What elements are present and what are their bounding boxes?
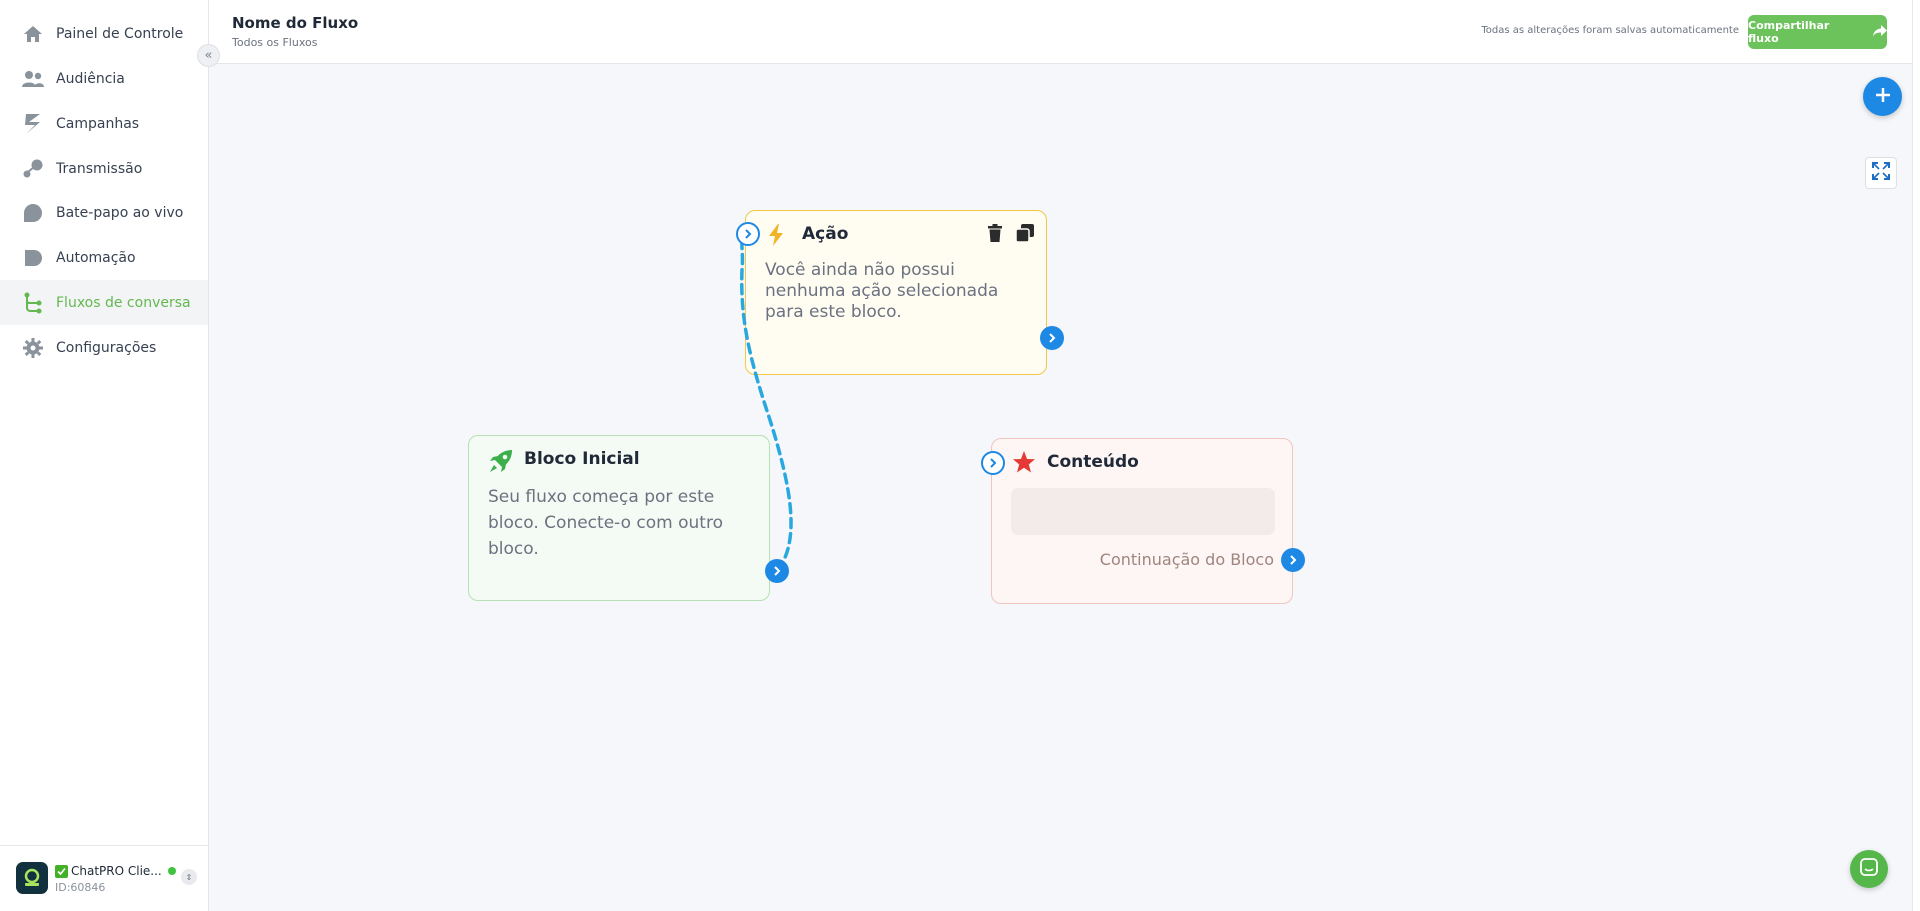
trash-icon[interactable]	[988, 224, 1002, 246]
start-block-description: Seu fluxo começa por este bloco. Conecte…	[488, 487, 723, 559]
profile-name: ChatPRO Clie...	[71, 864, 162, 878]
breadcrumb[interactable]: Todos os Fluxos	[232, 36, 317, 49]
lightning-icon	[768, 224, 784, 250]
autosave-status: Todas as alterações foram salvas automat…	[1481, 25, 1739, 36]
content-output-port[interactable]	[1281, 548, 1305, 572]
duplicate-icon[interactable]	[1015, 224, 1034, 246]
campaign-icon	[21, 112, 45, 136]
avatar	[16, 862, 48, 894]
double-chevron-left-icon: «	[204, 48, 213, 63]
start-block-title: Bloco Inicial	[524, 449, 640, 469]
profile-name-row: ChatPRO Clie...	[55, 864, 176, 878]
share-flow-button[interactable]: Compartilhar fluxo	[1748, 15, 1887, 49]
expand-icon	[1872, 162, 1890, 184]
continuation-label: Continuação do Bloco	[1099, 550, 1274, 569]
sidebar-item-label: Fluxos de conversa	[56, 294, 191, 311]
sidebar-item-fluxos[interactable]: Fluxos de conversa	[0, 280, 208, 325]
scrollbar[interactable]	[1912, 0, 1920, 911]
sidebar-item-configuracoes[interactable]: Configurações	[0, 325, 208, 370]
online-status-icon	[167, 867, 176, 875]
sidebar-item-label: Audiência	[56, 70, 125, 87]
collapse-sidebar-button[interactable]: «	[197, 44, 220, 67]
add-block-button[interactable]	[1863, 77, 1902, 116]
sidebar-item-label: Transmissão	[56, 160, 143, 177]
header: Nome do Fluxo Todos os Fluxos Todas as a…	[209, 0, 1912, 64]
support-chat-button[interactable]	[1850, 850, 1888, 888]
sidebar-item-automacao[interactable]: Automação	[0, 235, 208, 280]
rocket-icon	[489, 449, 513, 477]
plus-icon	[1875, 87, 1891, 107]
share-button-label: Compartilhar fluxo	[1748, 19, 1830, 45]
fullscreen-button[interactable]	[1865, 157, 1897, 189]
action-output-port[interactable]	[1040, 326, 1064, 350]
content-block[interactable]: Conteúdo Continuação do Bloco	[991, 438, 1293, 604]
home-icon	[21, 22, 45, 46]
action-block[interactable]: Ação Você ainda não possui nenhuma ação …	[745, 210, 1047, 375]
sidebar-item-label: Automação	[56, 249, 136, 266]
start-output-port[interactable]	[765, 559, 789, 583]
sidebar-item-label: Painel de Controle	[56, 25, 184, 42]
sidebar-item-bate-papo[interactable]: Bate-papo ao vivo	[0, 190, 208, 235]
sidebar-item-painel[interactable]: Painel de Controle	[0, 11, 208, 56]
users-icon	[21, 67, 45, 91]
chat-icon	[1860, 858, 1878, 880]
account-switch-icon[interactable]: ⇕	[181, 869, 197, 885]
flow-icon	[21, 291, 45, 315]
flow-connector	[740, 232, 793, 572]
action-input-port[interactable]	[736, 222, 760, 246]
share-arrow-icon	[1873, 24, 1887, 40]
action-block-title: Ação	[802, 224, 849, 244]
sidebar: Painel de Controle Audiência Campanhas T…	[0, 0, 209, 911]
content-block-title: Conteúdo	[1047, 452, 1139, 472]
action-block-description: Você ainda não possui nenhuma ação selec…	[765, 260, 999, 322]
sidebar-item-label: Configurações	[56, 339, 157, 356]
sidebar-item-campanhas[interactable]: Campanhas	[0, 101, 208, 146]
sidebar-item-label: Campanhas	[56, 115, 140, 132]
sidebar-item-label: Bate-papo ao vivo	[56, 204, 184, 221]
star-icon	[1012, 450, 1036, 478]
broadcast-icon	[21, 157, 45, 181]
start-block[interactable]: Bloco Inicial Seu fluxo começa por este …	[468, 435, 770, 601]
chat-bubble-icon	[21, 201, 45, 225]
profile-id: ID:60846	[55, 881, 106, 894]
sidebar-item-audiencia[interactable]: Audiência	[0, 56, 208, 101]
sidebar-item-transmissao[interactable]: Transmissão	[0, 146, 208, 191]
content-input-port[interactable]	[981, 451, 1005, 475]
gear-icon	[21, 336, 45, 360]
automation-icon	[21, 246, 45, 270]
profile-card[interactable]: ChatPRO Clie... ID:60846 ⇕	[0, 845, 208, 911]
verified-check-icon	[55, 864, 68, 878]
content-placeholder[interactable]	[1011, 488, 1275, 535]
page-title[interactable]: Nome do Fluxo	[232, 14, 358, 32]
